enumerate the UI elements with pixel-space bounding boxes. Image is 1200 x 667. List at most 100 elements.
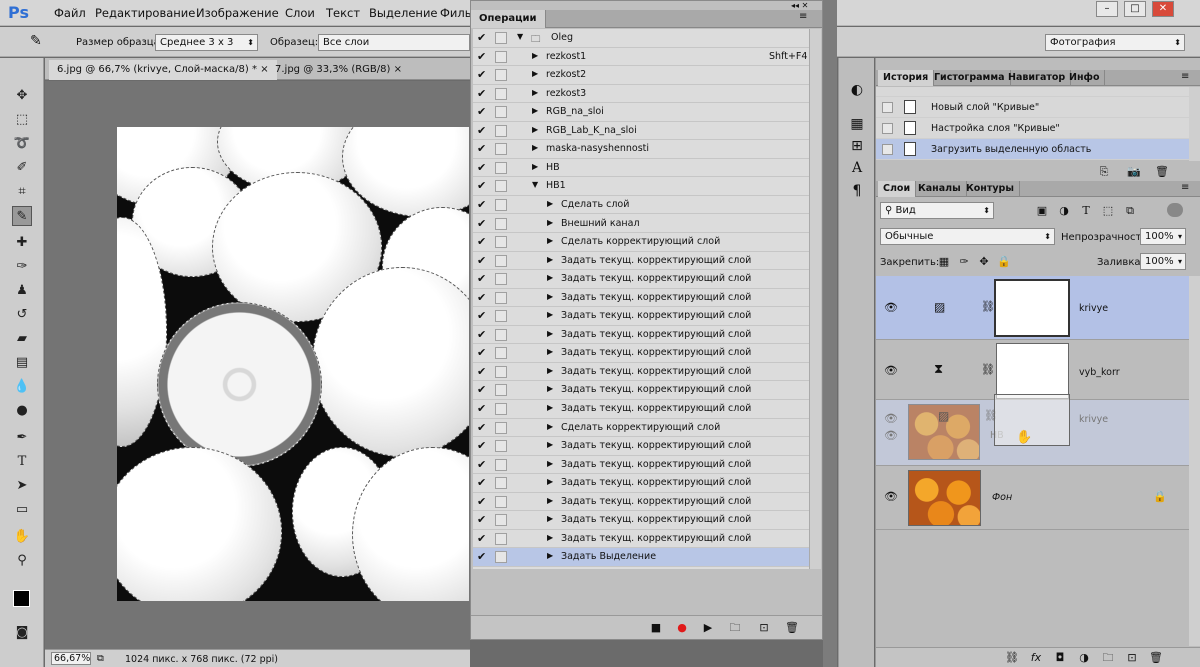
dialog-toggle-box[interactable]	[495, 458, 507, 471]
collapse-icon[interactable]: ◂◂ ✕	[791, 1, 808, 10]
maximize-button[interactable]: □	[1124, 1, 1146, 17]
marquee-tool-icon[interactable]: ⬚	[12, 110, 32, 130]
layer-row-dragging[interactable]: 👁 👁 ▨ ⛓ HB ✋ krivye	[876, 394, 1189, 466]
dialog-toggle-box[interactable]	[495, 50, 507, 63]
action-row[interactable]: ✔ ▶ Задать текущ. корректирующий слой	[473, 326, 809, 345]
dialog-toggle-box[interactable]	[495, 440, 507, 453]
check-icon[interactable]: ✔	[477, 421, 489, 434]
check-icon[interactable]: ✔	[477, 235, 489, 248]
dialog-toggle-box[interactable]	[495, 161, 507, 174]
action-row[interactable]: ✔ ▶ Задать текущ. корректирующий слой	[473, 530, 809, 549]
chevron-right-icon[interactable]: ▶	[547, 533, 553, 542]
chevron-right-icon[interactable]: ▶	[547, 440, 553, 449]
dialog-toggle-box[interactable]	[495, 106, 507, 119]
chevron-right-icon[interactable]: ▶	[547, 551, 553, 560]
opacity-input[interactable]: 100% ▾	[1140, 228, 1186, 245]
eraser-tool-icon[interactable]: ▰	[12, 329, 32, 349]
history-scrollbar[interactable]	[1189, 87, 1200, 161]
chevron-right-icon[interactable]: ▶	[547, 422, 553, 431]
eye-icon[interactable]: 👁	[884, 301, 898, 314]
check-icon[interactable]: ✔	[477, 217, 489, 230]
gradient-tool-icon[interactable]: ▤	[12, 353, 32, 373]
layers-scrollbar[interactable]	[1189, 276, 1200, 646]
link-icon[interactable]: ⛓	[981, 363, 995, 376]
new-action-icon[interactable]: ⊡	[757, 621, 771, 635]
check-icon[interactable]: ✔	[477, 309, 489, 322]
layer-thumbnail[interactable]	[908, 470, 981, 526]
check-icon[interactable]: ✔	[477, 87, 489, 100]
record-icon[interactable]: ●	[675, 621, 689, 635]
dialog-toggle-box[interactable]	[495, 69, 507, 82]
menu-image[interactable]: Изображение	[196, 6, 279, 20]
tab-doc-6[interactable]: 6.jpg @ 66,7% (krivye, Слой-маска/8) * ×	[49, 60, 277, 80]
zoom-tool-icon[interactable]: ⚲	[12, 551, 32, 571]
action-row[interactable]: ✔ ▶ Задать текущ. корректирующий слой	[473, 344, 809, 363]
fx-icon[interactable]: fx	[1028, 650, 1044, 666]
check-icon[interactable]: ✔	[477, 142, 489, 155]
dialog-toggle-box[interactable]	[495, 87, 507, 100]
action-row[interactable]: ✔ ▶ RGB_Lab_K_na_sloi	[473, 122, 809, 141]
layer-row-selected[interactable]: 👁 ▨ ⛓ krivye	[876, 276, 1189, 340]
path-select-icon[interactable]: ➤	[12, 476, 32, 496]
type-tool-icon[interactable]: T	[12, 452, 32, 472]
link-icon[interactable]: ⛓	[981, 300, 995, 313]
group-folder-icon[interactable]: 🗀	[1100, 650, 1116, 666]
dialog-toggle-box[interactable]	[495, 198, 507, 211]
dialog-toggle-box[interactable]	[495, 32, 507, 44]
check-icon[interactable]: ✔	[477, 50, 489, 63]
menu-edit[interactable]: Редактирование	[95, 6, 195, 20]
layer-mask-thumbnail[interactable]	[996, 343, 1069, 399]
foreground-color-swatch[interactable]	[13, 590, 30, 607]
dialog-toggle-box[interactable]	[495, 347, 507, 360]
chevron-right-icon[interactable]: ▶	[532, 88, 538, 97]
dialog-toggle-box[interactable]	[495, 273, 507, 286]
close-icon[interactable]: ×	[394, 64, 402, 75]
chevron-right-icon[interactable]: ▶	[547, 218, 553, 227]
lock-all-icon[interactable]: 🔒	[996, 254, 1012, 270]
action-row[interactable]: ✔ ▶ Задать текущ. корректирующий слой	[473, 270, 809, 289]
stop-icon[interactable]: ■	[649, 621, 663, 635]
eye-icon[interactable]: 👁	[884, 412, 898, 425]
menu-file[interactable]: Файл	[54, 6, 86, 20]
dodge-tool-icon[interactable]: ●	[12, 401, 32, 421]
chevron-right-icon[interactable]: ▶	[547, 514, 553, 523]
check-icon[interactable]: ✔	[477, 105, 489, 118]
history-snapshot-box[interactable]	[882, 102, 893, 113]
blend-mode-select[interactable]: Обычные ⬍	[880, 228, 1055, 245]
chevron-right-icon[interactable]: ▶	[532, 51, 538, 60]
tab-doc-7[interactable]: 7.jpg @ 33,3% (RGB/8) ×	[267, 60, 410, 80]
chevron-right-icon[interactable]: ▶	[547, 236, 553, 245]
dialog-toggle-box[interactable]	[495, 421, 507, 434]
chevron-down-icon[interactable]: ▼	[517, 32, 523, 41]
history-snapshot-box[interactable]	[882, 144, 893, 155]
hand-tool-icon[interactable]: ✋	[12, 527, 32, 547]
dialog-toggle-box[interactable]	[495, 365, 507, 378]
check-icon[interactable]: ✔	[477, 346, 489, 359]
stamp-tool-icon[interactable]: ♟	[12, 281, 32, 301]
dialog-toggle-box[interactable]	[495, 514, 507, 527]
chevron-right-icon[interactable]: ▶	[532, 125, 538, 134]
quick-select-tool-icon[interactable]: ✐	[12, 158, 32, 178]
lock-transparent-icon[interactable]: ▦	[936, 254, 952, 270]
chevron-right-icon[interactable]: ▶	[532, 143, 538, 152]
filter-pixel-icon[interactable]: ▣	[1034, 203, 1050, 219]
history-row[interactable]: Настройка слоя "Кривые"	[876, 118, 1189, 139]
trash-icon[interactable]: 🗑	[1154, 164, 1170, 180]
action-row[interactable]: ✔ ▼ HB1	[473, 177, 809, 196]
history-brush-icon[interactable]: ↺	[12, 305, 32, 325]
layer-row[interactable]: 👁 ⧗ ⛓ vyb_korr	[876, 340, 1189, 400]
filter-smart-object-icon[interactable]: ⧉	[1122, 203, 1138, 219]
action-row[interactable]: ✔ ▶ Сделать корректирующий слой	[473, 419, 809, 438]
action-row[interactable]: ✔ ▶ Задать текущ. корректирующий слой	[473, 493, 809, 512]
dialog-toggle-box[interactable]	[495, 124, 507, 137]
action-row[interactable]: ✔ ▶ rezkost1 Shft+F4	[473, 48, 809, 67]
dialog-toggle-box[interactable]	[495, 495, 507, 508]
action-row[interactable]: ✔ ▶ Задать текущ. корректирующий слой	[473, 400, 809, 419]
chevron-right-icon[interactable]: ▶	[547, 292, 553, 301]
history-row-selected[interactable]: Загрузить выделенную область	[876, 139, 1189, 160]
chevron-right-icon[interactable]: ▶	[532, 106, 538, 115]
chevron-right-icon[interactable]: ▶	[547, 273, 553, 282]
action-row-selected[interactable]: ✔ ▶ Задать Выделение	[473, 548, 809, 567]
new-set-folder-icon[interactable]: 🗀	[728, 621, 742, 635]
chevron-right-icon[interactable]: ▶	[547, 310, 553, 319]
